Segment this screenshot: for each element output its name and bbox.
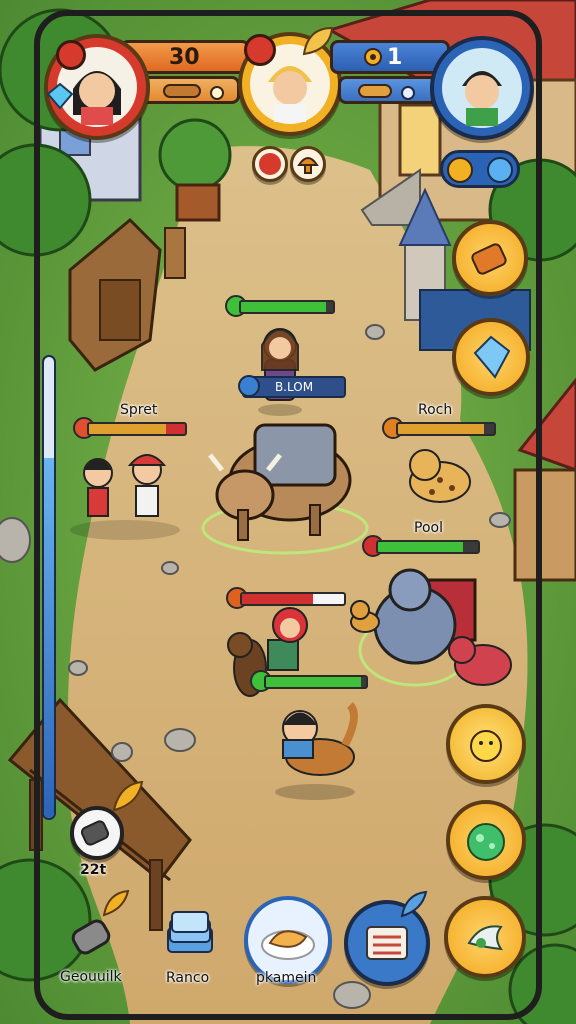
- unit-name-box: B.LOM: [238, 375, 346, 398]
- left-red-emblem: [56, 40, 86, 70]
- bag-button[interactable]: [452, 220, 528, 296]
- counter-label: 22t: [80, 862, 107, 878]
- unit-health-bar: [250, 670, 368, 692]
- wrench-icon: [71, 919, 111, 955]
- flower-pot: [175, 183, 221, 222]
- gem-icon: [46, 82, 74, 110]
- hp-fill: [242, 594, 314, 604]
- dragon-button[interactable]: [444, 896, 526, 978]
- bottom-item-label: Ranco: [166, 970, 210, 986]
- feather-icon: [400, 890, 428, 918]
- candy-icon: [358, 84, 392, 98]
- bottom-item-label: pkamein: [256, 970, 317, 986]
- scroll-icon: [366, 926, 408, 960]
- gear-icon: [364, 48, 382, 66]
- unit-health-bar: [225, 295, 335, 317]
- game-screen: 30 1 B.LOM Spret Roch Pool 22t Geouuilk …: [0, 0, 576, 1024]
- center-red-emblem: [244, 34, 276, 66]
- toggle-knob-yellow: [447, 157, 473, 183]
- potion-button[interactable]: [446, 800, 526, 880]
- right-player-avatar[interactable]: [430, 36, 534, 140]
- left-resource-bar: [135, 76, 240, 104]
- dark-hair-boy-avatar-icon: [442, 48, 522, 128]
- candy-icon: [163, 84, 201, 98]
- right-score-bar: 1: [330, 40, 450, 74]
- wrench-icon: [80, 820, 110, 846]
- unit-health-bar: [382, 417, 497, 439]
- mushroom-icon: [297, 157, 319, 174]
- bottom-item-cards[interactable]: Ranco: [158, 910, 224, 994]
- left-score-value: 30: [169, 45, 200, 70]
- chick-button[interactable]: [446, 704, 526, 784]
- crystal-icon: [473, 335, 511, 379]
- bag-icon: [471, 243, 507, 275]
- unit-status-icon: [238, 375, 260, 397]
- right-resource-bar: [338, 76, 438, 104]
- unit-name-label: B.LOM: [274, 380, 314, 394]
- toggle-knob-blue: [487, 157, 513, 183]
- crystal-button[interactable]: [452, 318, 530, 396]
- hp-fill: [378, 542, 463, 552]
- vertical-progress-meter: [42, 355, 56, 820]
- unit-name-label: Pool: [414, 520, 443, 536]
- unit-health-bar: [362, 535, 480, 557]
- bottom-item-label: Geouuilk: [60, 969, 122, 985]
- food-plate-icon: [261, 930, 315, 960]
- red-status-button[interactable]: [252, 146, 288, 182]
- bottom-item-wrench[interactable]: Geouuilk: [58, 889, 134, 995]
- hp-fill: [398, 424, 485, 434]
- toggle-switch[interactable]: [440, 150, 520, 188]
- hp-fill: [241, 302, 326, 312]
- unit-name-label: Spret: [120, 402, 158, 418]
- right-indicator-dot: [401, 86, 415, 100]
- unit-name-label: Roch: [418, 402, 453, 418]
- chick-icon: [470, 730, 502, 762]
- feather-icon: [112, 780, 144, 812]
- hp-fill: [89, 424, 166, 434]
- unit-health-bar: [73, 417, 188, 439]
- potion-icon: [467, 823, 505, 861]
- hp-fill: [266, 677, 361, 687]
- right-score-value: 1: [387, 45, 403, 70]
- counter-button[interactable]: [70, 806, 124, 860]
- card-stack-icon: [167, 911, 213, 953]
- feather-icon: [102, 889, 130, 917]
- unit-health-bar: [226, 587, 346, 609]
- dragon-icon: [467, 925, 504, 951]
- mushroom-status-button[interactable]: [290, 146, 326, 182]
- left-indicator-dot: [210, 86, 224, 100]
- meter-fill: [44, 458, 54, 818]
